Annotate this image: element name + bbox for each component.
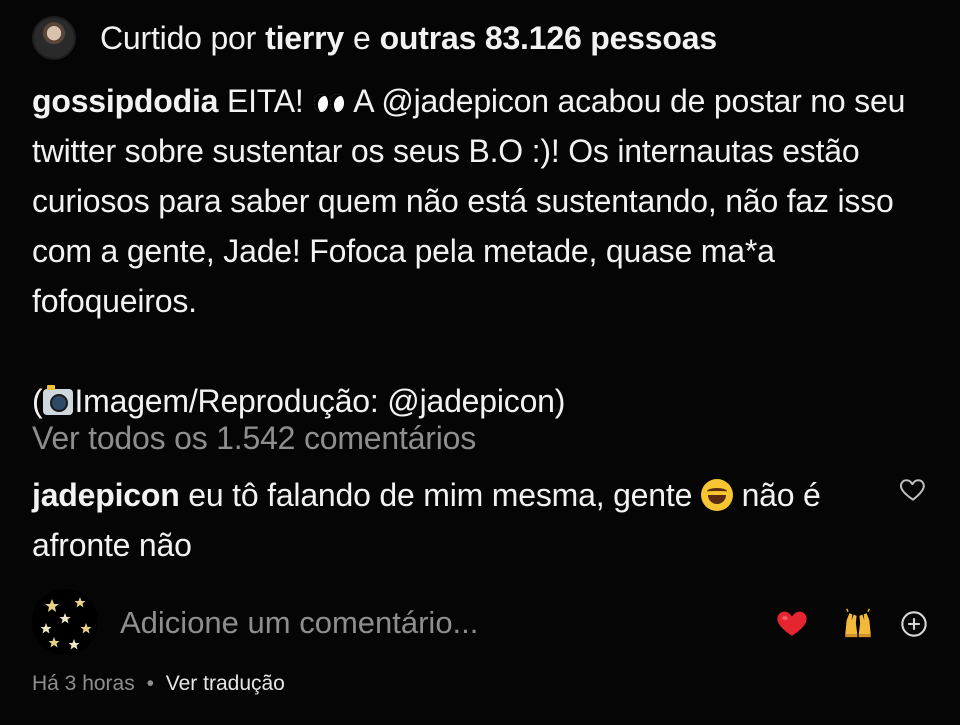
meta-separator: • xyxy=(146,672,154,695)
like-comment-heart-icon[interactable] xyxy=(898,474,928,504)
caption-body: gossipdodia EITA! A @jadepicon acabou de… xyxy=(32,76,932,326)
see-translation-link[interactable]: Ver tradução xyxy=(166,672,285,695)
likes-summary[interactable]: Curtido por tierry e outras 83.126 pesso… xyxy=(32,16,717,60)
caption-username[interactable]: gossipdodia xyxy=(32,83,218,119)
post-meta: Há 3 horas • Ver tradução xyxy=(32,672,285,696)
current-user-avatar[interactable] xyxy=(32,589,98,655)
view-all-comments-link[interactable]: Ver todos os 1.542 comentários xyxy=(32,420,476,457)
likes-prefix: Curtido por xyxy=(100,19,257,56)
post-comments-screen: Curtido por tierry e outras 83.126 pesso… xyxy=(0,0,960,725)
caption-text-start: EITA! xyxy=(226,83,304,119)
post-caption: gossipdodia EITA! A @jadepicon acabou de… xyxy=(32,76,932,426)
liker-avatar[interactable] xyxy=(32,16,76,60)
add-comment-bar xyxy=(22,584,942,664)
caption-credit: ( Imagem/Reprodução: @jadepicon) xyxy=(32,376,932,426)
heart-icon[interactable] xyxy=(774,606,810,640)
credit-text: Imagem/Reprodução: @jadepicon) xyxy=(74,383,566,419)
comment-input[interactable] xyxy=(120,600,760,646)
comment-username[interactable]: jadepicon xyxy=(32,477,180,513)
likes-others-link[interactable]: outras 83.126 pessoas xyxy=(380,20,718,57)
liker-username[interactable]: tierry xyxy=(265,20,344,57)
laugh-icon xyxy=(700,479,733,511)
post-timestamp: Há 3 horas xyxy=(32,672,135,695)
credit-open: ( xyxy=(32,383,43,419)
add-reaction-icon[interactable] xyxy=(900,610,928,638)
eyes-icon xyxy=(312,92,346,114)
comment-text-start: eu tô falando de mim mesma, gente xyxy=(188,477,693,513)
raising-hands-icon[interactable] xyxy=(840,606,876,640)
comment-item: jadepicon eu tô falando de mim mesma, ge… xyxy=(32,470,872,570)
likes-connector: e xyxy=(352,19,371,56)
camera-icon xyxy=(43,385,74,415)
